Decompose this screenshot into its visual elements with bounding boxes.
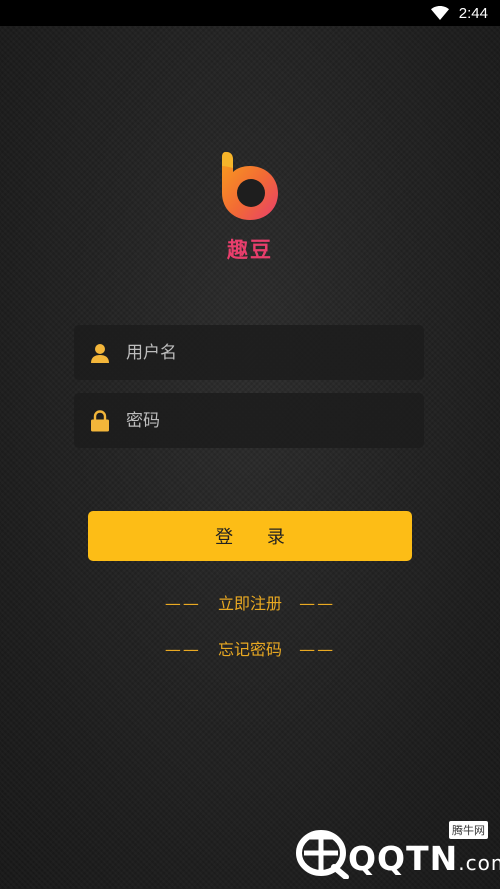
app-name: 趣豆 [227, 238, 273, 262]
status-indicators: 2:44 [430, 4, 488, 22]
status-bar: 2:44 [0, 0, 500, 26]
site-watermark: QQTN.com 腾牛网 [292, 821, 500, 883]
forgot-password-link[interactable]: —— 忘记密码 —— [0, 636, 500, 660]
username-field[interactable] [74, 325, 424, 380]
watermark-text: QQTN.com [348, 839, 500, 878]
wifi-icon [430, 6, 449, 20]
watermark-suffix: .com [458, 851, 500, 875]
lock-icon [89, 409, 111, 432]
register-link[interactable]: —— 立即注册 —— [0, 590, 500, 614]
forgot-dash-left: —— [164, 640, 201, 659]
register-dash-left: —— [164, 594, 201, 613]
user-icon [89, 342, 111, 364]
password-input[interactable] [124, 399, 424, 442]
username-input[interactable] [124, 331, 424, 374]
register-dash-right: —— [299, 594, 336, 613]
watermark-brand: QQTN [348, 839, 459, 878]
app-logo-b-icon [222, 152, 278, 220]
forgot-dash-right: —— [299, 640, 336, 659]
password-field[interactable] [74, 393, 424, 448]
status-time: 2:44 [458, 4, 488, 22]
login-button[interactable]: 登 录 [88, 511, 412, 561]
register-label[interactable]: 立即注册 [218, 594, 282, 613]
app-branding: 趣豆 [0, 150, 500, 264]
watermark-badge: 腾牛网 [449, 821, 488, 839]
watermark-logo-icon [296, 830, 349, 879]
forgot-password-label[interactable]: 忘记密码 [218, 640, 282, 659]
